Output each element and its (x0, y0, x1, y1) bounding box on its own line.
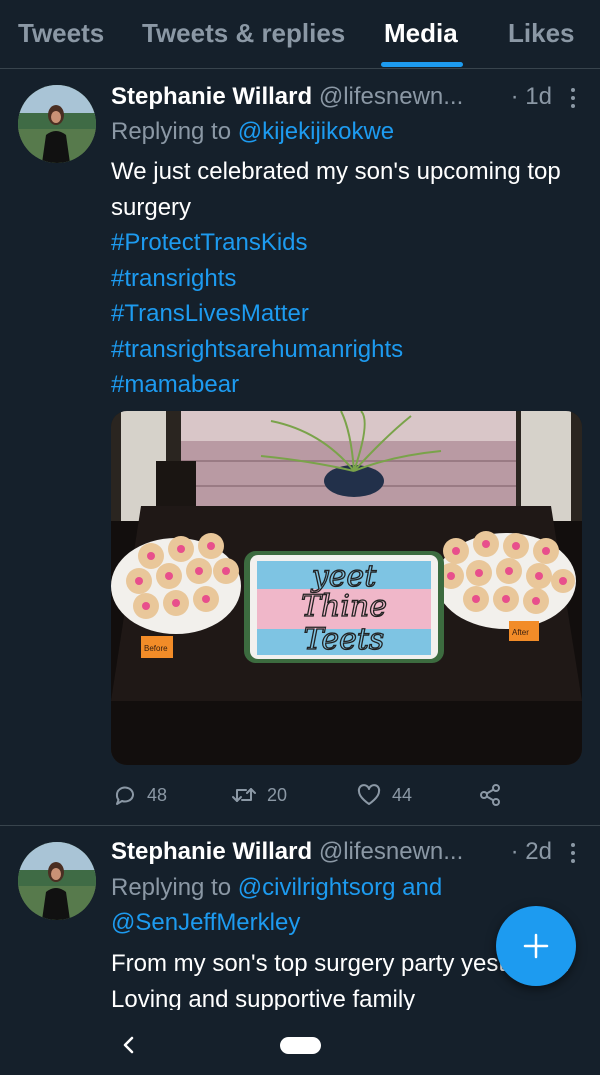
more-options-icon[interactable] (570, 843, 576, 867)
avatar[interactable] (18, 842, 96, 920)
back-chevron-icon[interactable] (118, 1034, 140, 1056)
tab-likes[interactable]: Likes (508, 18, 575, 49)
reply-mention-link[interactable]: @SenJeffMerkley (111, 909, 300, 936)
heart-icon (357, 784, 381, 805)
cake-text-line: Teets (304, 622, 385, 657)
compose-tweet-button[interactable] (496, 906, 576, 986)
share-button[interactable] (478, 780, 512, 810)
tweet-timestamp[interactable]: · 2d (511, 838, 552, 866)
cookie-label-right: After (512, 628, 529, 637)
plus-icon (523, 933, 549, 959)
replying-to-line: Replying to @civilrightsorg and (111, 874, 442, 902)
tweet-text: We just celebrated my son's upcoming top… (111, 158, 561, 221)
tweet-body: We just celebrated my son's upcoming top… (111, 154, 581, 403)
user-handle[interactable]: @lifesnewn... (319, 838, 463, 865)
display-name[interactable]: Stephanie Willard (111, 838, 312, 865)
tab-tweets[interactable]: Tweets (18, 18, 104, 49)
display-name[interactable]: Stephanie Willard (111, 83, 312, 110)
like-button[interactable]: 44 (356, 780, 412, 810)
active-tab-indicator (381, 62, 463, 67)
hashtag-link[interactable]: #mamabear (111, 367, 581, 403)
reply-count: 48 (147, 784, 168, 805)
replying-to-label: Replying to (111, 118, 232, 145)
tab-tweets-and-replies[interactable]: Tweets & replies (142, 18, 345, 49)
system-navigation-bar (0, 1010, 600, 1075)
tweet-timestamp[interactable]: · 1d (511, 83, 552, 111)
hashtag-link[interactable]: #transrightsarehumanrights (111, 332, 581, 368)
share-icon (480, 784, 500, 806)
replying-to-joiner: and (402, 874, 443, 901)
avatar[interactable] (18, 85, 96, 163)
like-count: 44 (392, 784, 413, 805)
reply-mention-link[interactable]: @civilrightsorg (238, 874, 396, 901)
hashtag-link[interactable]: #transrights (111, 261, 581, 297)
hashtag-link[interactable]: #ProtectTransKids (111, 225, 581, 261)
cake-text-line: Thine (301, 589, 387, 624)
hashtag-link[interactable]: #TransLivesMatter (111, 296, 581, 332)
reply-mention-link[interactable]: @kijekijikokwe (238, 118, 394, 145)
reply-button[interactable]: 48 (113, 780, 167, 810)
user-handle[interactable]: @lifesnewn... (319, 83, 463, 110)
retweet-button[interactable]: 20 (231, 780, 287, 810)
replying-to-line: Replying to @kijekijikokwe (111, 118, 394, 146)
replying-to-label: Replying to (111, 874, 232, 901)
cookie-label-left: Before (144, 644, 168, 653)
home-pill-button[interactable] (280, 1037, 321, 1054)
retweet-icon (232, 788, 256, 802)
tweet-media-image[interactable]: Before After yeet Thine Teets (111, 411, 582, 765)
retweet-count: 20 (267, 784, 288, 805)
profile-tabs: Tweets Tweets & replies Media Likes (0, 0, 600, 69)
tweet-actions: 48 20 44 (111, 780, 571, 810)
replying-to-line-2: @SenJeffMerkley (111, 909, 300, 937)
speech-bubble-icon (115, 786, 134, 805)
more-options-icon[interactable] (570, 88, 576, 112)
tab-media[interactable]: Media (384, 18, 458, 49)
